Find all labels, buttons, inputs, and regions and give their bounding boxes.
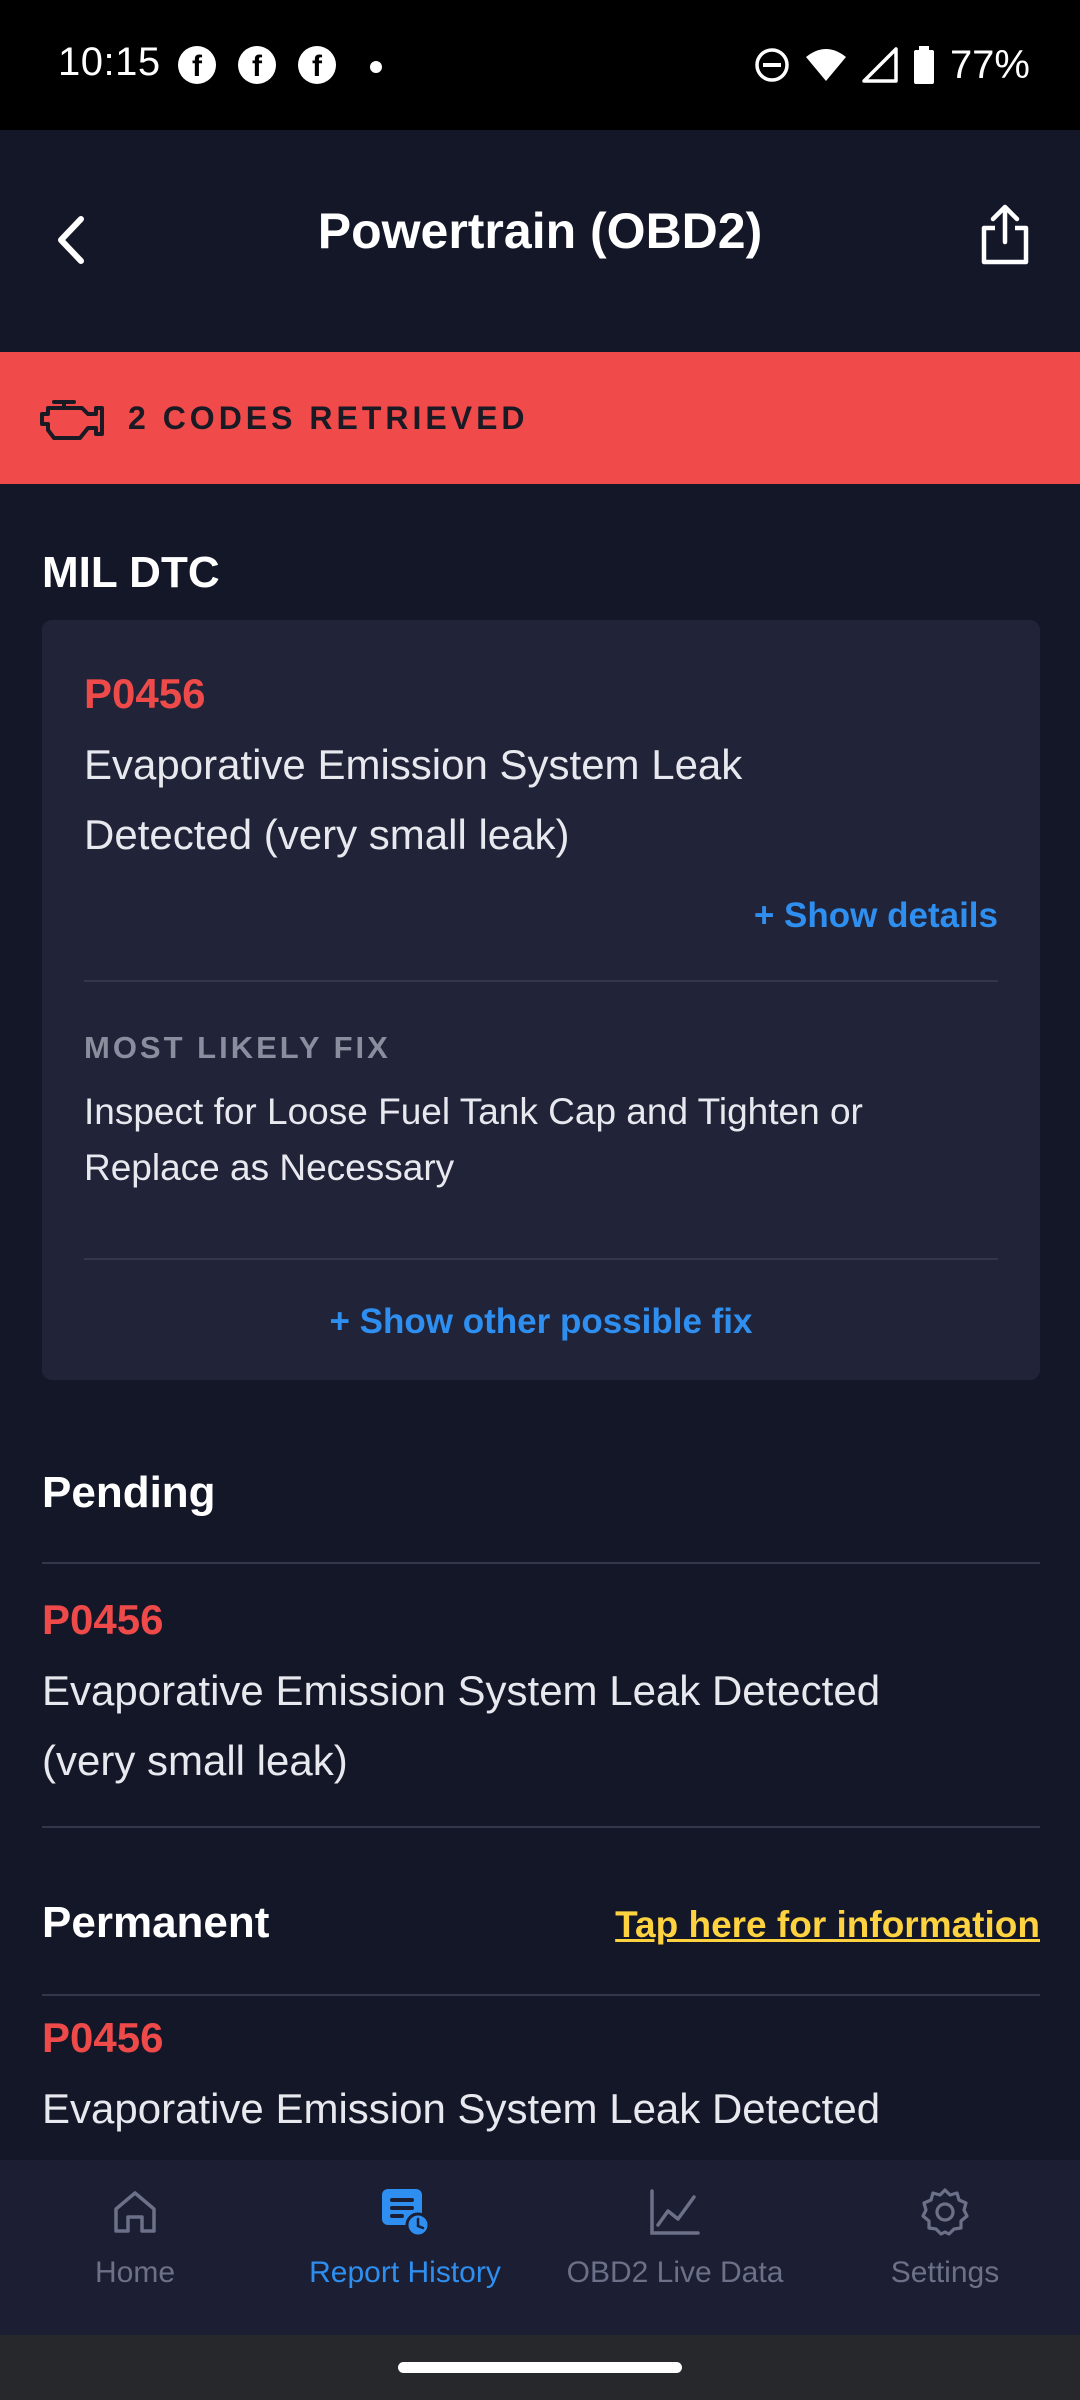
nav-report-history[interactable]: Report History — [270, 2160, 540, 2335]
dtc-description-line: Evaporative Emission System Leak — [84, 741, 743, 788]
nav-label: Settings — [890, 2256, 1000, 2289]
gesture-navigation-bar — [0, 2335, 1080, 2400]
page-title: Powertrain (OBD2) — [317, 203, 763, 259]
signal-icon — [862, 47, 898, 83]
line-chart-icon — [645, 2182, 705, 2242]
tap-for-information-link[interactable]: Tap here for information — [615, 1904, 1040, 1946]
dtc-description-line: Detected (very small leak) — [84, 811, 570, 858]
banner-text: 2 CODES RETRIEVED — [128, 399, 529, 436]
report-history-icon — [375, 2182, 435, 2242]
pending-code: P0456 — [42, 1596, 164, 1643]
mil-dtc-title: MIL DTC — [42, 548, 220, 597]
permanent-title: Permanent — [42, 1898, 270, 1947]
permanent-description-line: Evaporative Emission System Leak Detecte… — [42, 2085, 881, 2132]
battery-icon — [913, 46, 934, 84]
show-other-fix-link[interactable]: + Show other possible fix — [42, 1302, 1040, 1342]
dtc-code: P0456 — [84, 670, 206, 717]
facebook-icon: f — [178, 46, 216, 84]
bottom-navigation: Home Report History OBD2 Live Data Setti… — [0, 2160, 1080, 2335]
wifi-icon — [805, 49, 846, 81]
most-likely-fix-label: MOST LIKELY FIX — [84, 1030, 391, 1065]
app-header: Powertrain (OBD2) — [0, 130, 1080, 352]
content-area[interactable]: MIL DTC P0456 Evaporative Emission Syste… — [0, 484, 1080, 2160]
home-gesture-handle[interactable] — [398, 2362, 682, 2373]
permanent-description-line: (very small leak) — [42, 2144, 348, 2160]
nav-label: Home — [94, 2256, 176, 2289]
show-details-link[interactable]: + Show details — [754, 896, 998, 936]
share-button[interactable] — [960, 185, 1050, 285]
notification-dot-icon — [370, 61, 382, 73]
status-right: 77% — [754, 40, 1030, 90]
nav-home[interactable]: Home — [0, 2160, 270, 2335]
pending-description-line: Evaporative Emission System Leak Detecte… — [42, 1667, 881, 1714]
status-bar: 10:15 f f f 77% — [0, 0, 1080, 130]
home-icon — [105, 2182, 165, 2242]
battery-percentage: 77% — [949, 42, 1030, 87]
nav-settings[interactable]: Settings — [810, 2160, 1080, 2335]
nav-label: OBD2 Live Data — [566, 2256, 784, 2289]
divider — [42, 1826, 1040, 1828]
divider — [42, 1994, 1040, 1996]
divider — [84, 1258, 998, 1260]
divider — [42, 1562, 1040, 1564]
divider — [84, 980, 998, 982]
facebook-icon: f — [238, 46, 276, 84]
nav-label: Report History — [309, 2256, 501, 2289]
pending-description-line: (very small leak) — [42, 1737, 348, 1784]
do-not-disturb-icon — [755, 48, 789, 82]
nav-obd2-live-data[interactable]: OBD2 Live Data — [540, 2160, 810, 2335]
facebook-icon: f — [298, 46, 336, 84]
permanent-code: P0456 — [42, 2014, 164, 2061]
status-time: 10:15 — [58, 40, 161, 84]
fix-text-line: Inspect for Loose Fuel Tank Cap and Tigh… — [84, 1091, 863, 1132]
mil-dtc-card: P0456 Evaporative Emission System Leak D… — [42, 620, 1040, 1380]
share-icon — [981, 204, 1029, 265]
codes-retrieved-banner: 2 CODES RETRIEVED — [0, 352, 1080, 484]
engine-icon — [40, 400, 104, 440]
pending-title: Pending — [42, 1468, 216, 1517]
gear-icon — [915, 2182, 975, 2242]
screen: 10:15 f f f 77% Powertrain (OBD2) 2 CODE… — [0, 0, 1080, 2400]
fix-text-line: Replace as Necessary — [84, 1147, 455, 1188]
